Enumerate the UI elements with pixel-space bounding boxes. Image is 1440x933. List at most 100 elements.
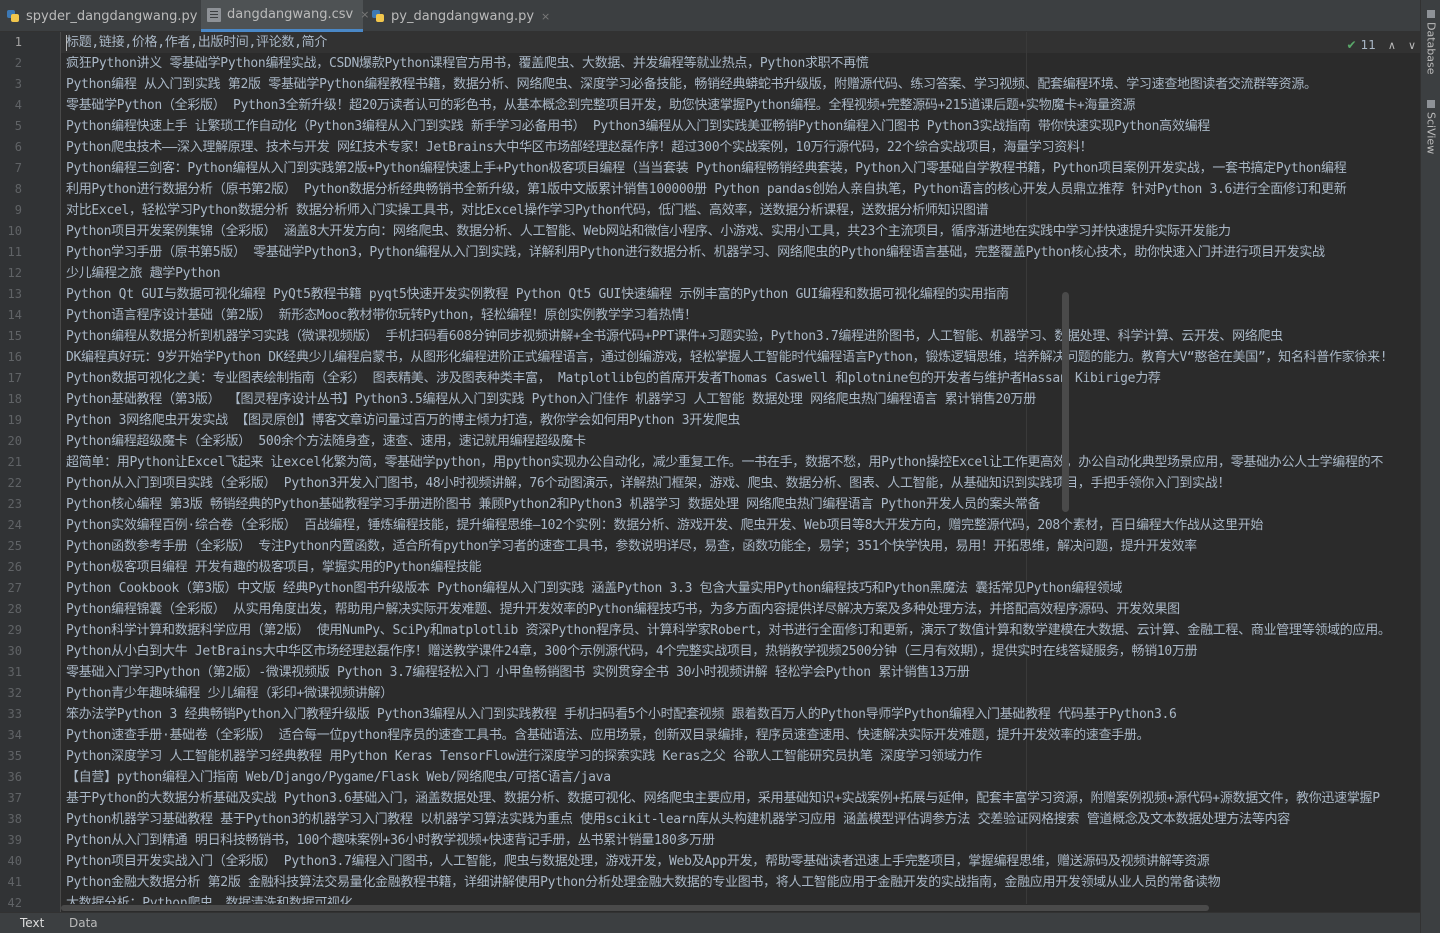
- line-number: 28: [7, 602, 22, 616]
- csv-data-row: Python项目开发实战入门（全彩版） Python3.7编程入门图书，人工智能…: [66, 854, 1210, 869]
- csv-data-row: Python金融大数据分析 第2版 金融科技算法交易量化金融教程书籍，详细讲解使…: [66, 875, 1221, 890]
- csv-data-row: Python 3网络爬虫开发实战 【图灵原创】博客文章访问量过百万的博主倾力打造…: [66, 413, 741, 428]
- tab-py-dangdangwang-py[interactable]: py_dangdangwang.py ×: [365, 0, 550, 32]
- csv-data-row: 超简单：用Python让Excel飞起来 让excel化繁为简，零基础学pyth…: [66, 455, 1384, 470]
- previous-highlight-icon[interactable]: ∧: [1388, 39, 1396, 52]
- csv-text-editor[interactable]: 标题,链接,价格,作者,出版时间,评论数,简介 疯狂Python讲义 零基础学Py…: [61, 32, 1420, 912]
- tab-spyder-dangdangwang-py[interactable]: spyder_dangdangwang.py ×: [0, 0, 214, 32]
- close-icon[interactable]: ×: [541, 10, 550, 23]
- line-number-gutter[interactable]: 1 2 3 4 5 6 7 8 9 10 11 12 13 14 15 16 17 18 19 20 21 22 23 24 2…: [0, 32, 61, 912]
- database-tool-tab[interactable]: Database: [1421, 10, 1440, 82]
- right-tool-window-strip: Database SciView: [1420, 0, 1440, 933]
- csv-data-row: 零基础学Python（全彩版） Python3全新升级！超20万读者认可的彩色书…: [66, 98, 1136, 113]
- csv-data-row: Python基础教程（第3版） 【图灵程序设计丛书】Python3.5编程从入门…: [66, 392, 1036, 407]
- csv-data-row: Python编程超级魔卡（全彩版） 500余个方法随身查，速查、速用，速记就用编…: [66, 434, 586, 449]
- csv-data-row: Python编程锦囊（全彩版） 从实用角度出发，帮助用户解决实际开发难题、提升开…: [66, 602, 1180, 617]
- line-number: 26: [7, 560, 22, 574]
- tab-label: py_dangdangwang.py: [391, 8, 535, 24]
- line-number: 30: [7, 644, 22, 658]
- csv-file-icon: [207, 7, 221, 22]
- csv-data-row: Python从入门到项目实践（全彩版） Python3开发入门图书，48小时视频…: [66, 476, 1231, 491]
- line-number: 40: [7, 854, 22, 868]
- line-number: 10: [7, 224, 22, 238]
- text-caret: [66, 35, 67, 51]
- line-number: 8: [14, 182, 22, 196]
- inspection-widget[interactable]: ✔ 11 ∧ ∨: [1347, 36, 1416, 54]
- line-number: 11: [7, 245, 22, 259]
- csv-data-row: 少儿编程之旅 趣学Python: [66, 266, 221, 281]
- database-icon: [1427, 10, 1435, 18]
- line-number: 27: [7, 581, 22, 595]
- csv-data-row: Python数据可视化之美：专业图表绘制指南（全彩） 图表精美、涉及图表种类丰富…: [66, 371, 1161, 386]
- line-number: 9: [14, 203, 22, 217]
- csv-data-row: 基于Python的大数据分析基础及实战 Python3.6基础入门，涵盖数据处理…: [66, 791, 1380, 806]
- line-number: 23: [7, 497, 22, 511]
- csv-data-row: 【自营】python编程入门指南 Web/Django/Pygame/Flask…: [66, 770, 611, 785]
- tab-dangdangwang-csv[interactable]: dangdangwang.csv ×: [201, 0, 369, 32]
- csv-data-row: 笨办法学Python 3 经典畅销Python入门教程升级版 Python3编程…: [66, 707, 1177, 722]
- check-icon: ✔: [1346, 38, 1357, 52]
- line-number: 36: [7, 770, 22, 784]
- line-number: 17: [7, 371, 22, 385]
- text-mode-tab[interactable]: Text: [20, 913, 44, 933]
- line-number: 21: [7, 455, 22, 469]
- csv-data-row: Python编程从数据分析到机器学习实践（微课视频版） 手机扫码看608分钟同步…: [66, 329, 1283, 344]
- data-mode-tab[interactable]: Data: [69, 913, 98, 933]
- horizontal-scrollbar-thumb[interactable]: [61, 905, 1209, 911]
- line-number: 2: [14, 56, 22, 70]
- line-number: 34: [7, 728, 22, 742]
- csv-data-row: Python核心编程 第3版 畅销经典的Python基础教程学习手册进阶图书 兼…: [66, 497, 1041, 512]
- csv-data-row: 利用Python进行数据分析（原书第2版） Python数据分析经典畅销书全新升…: [66, 182, 1347, 197]
- line-number: 18: [7, 392, 22, 406]
- tab-label: spyder_dangdangwang.py: [26, 8, 198, 24]
- line-number: 14: [7, 308, 22, 322]
- editor-tab-bar: spyder_dangdangwang.py × dangdangwang.cs…: [0, 0, 1420, 32]
- line-number: 6: [14, 140, 22, 154]
- horizontal-scrollbar[interactable]: [61, 904, 1420, 912]
- csv-data-row: Python实效编程百例·综合卷（全彩版） 百战编程，锤炼编程技能，提升编程思维…: [66, 518, 1264, 533]
- line-number: 16: [7, 350, 22, 364]
- line-number: 37: [7, 791, 22, 805]
- csv-data-row: Python Cookbook（第3版）中文版 经典Python图书升级版本 P…: [66, 581, 1123, 596]
- editor-mode-tabs: Text Data: [0, 912, 1420, 933]
- line-number: 31: [7, 665, 22, 679]
- csv-data-row: Python从入门到精通 明日科技畅销书，100个趣味案例+36小时教学视频+快…: [66, 833, 715, 848]
- csv-header-row: 标题,链接,价格,作者,出版时间,评论数,简介: [66, 35, 328, 50]
- csv-data-row: Python Qt GUI与数据可视化编程 PyQt5教程书籍 pyqt5快速开…: [66, 287, 1009, 302]
- line-number: 29: [7, 623, 22, 637]
- csv-data-row: Python函数参考手册（全彩版） 专注Python内置函数，适合所有pytho…: [66, 539, 1197, 554]
- line-number: 7: [14, 161, 22, 175]
- line-number: 22: [7, 476, 22, 490]
- line-number: 4: [14, 98, 22, 112]
- csv-data-row: Python编程快速上手 让繁琐工作自动化（Python3编程从入门到实践 新手…: [66, 119, 1210, 134]
- line-number: 1: [14, 35, 22, 49]
- sciview-tool-tab[interactable]: SciView: [1421, 100, 1440, 162]
- line-number: 41: [7, 875, 22, 889]
- tool-tab-label: Database: [1424, 22, 1438, 75]
- csv-data-row: Python科学计算和数据科学应用（第2版） 使用NumPy、SciPy和mat…: [66, 623, 1391, 638]
- csv-data-row: Python极客项目编程 开发有趣的极客项目，掌握实用的Python编程技能: [66, 560, 482, 575]
- line-number: 39: [7, 833, 22, 847]
- csv-data-row: Python项目开发案例集锦（全彩版） 涵盖8大开发方向：网络爬虫、数据分析、人…: [66, 224, 1231, 239]
- next-highlight-icon[interactable]: ∨: [1408, 39, 1416, 52]
- csv-data-row: Python爬虫技术——深入理解原理、技术与开发 网红技术专家！JetBrain…: [66, 140, 1093, 155]
- line-number: 3: [14, 77, 22, 91]
- line-number: 19: [7, 413, 22, 427]
- line-number: 15: [7, 329, 22, 343]
- csv-data-row: Python编程三剑客：Python编程从入门到实践第2版+Python编程快速…: [66, 161, 1347, 176]
- line-number: 38: [7, 812, 22, 826]
- csv-data-row: DK编程真好玩：9岁开始学Python DK经典少儿编程启蒙书，从图形化编程进阶…: [66, 350, 1388, 365]
- csv-data-row: Python语言程序设计基础（第2版） 新形态Mooc教材带你玩转Python，…: [66, 308, 697, 323]
- csv-data-row: 零基础入门学习Python（第2版）-微课视频版 Python 3.7编程轻松入…: [66, 665, 970, 680]
- line-number: 35: [7, 749, 22, 763]
- line-number: 12: [7, 266, 22, 280]
- python-file-icon: [371, 9, 385, 23]
- tool-tab-label: SciView: [1424, 112, 1438, 155]
- csv-data-row: 对比Excel，轻松学习Python数据分析 数据分析师入门实操工具书，对比Ex…: [66, 203, 989, 218]
- line-number: 32: [7, 686, 22, 700]
- csv-data-row: Python深度学习 人工智能机器学习经典教程 用Python Keras Te…: [66, 749, 982, 764]
- line-number: 5: [14, 119, 22, 133]
- line-number: 20: [7, 434, 22, 448]
- vertical-scrollbar-thumb[interactable]: [1062, 292, 1069, 512]
- line-number: 42: [7, 896, 22, 910]
